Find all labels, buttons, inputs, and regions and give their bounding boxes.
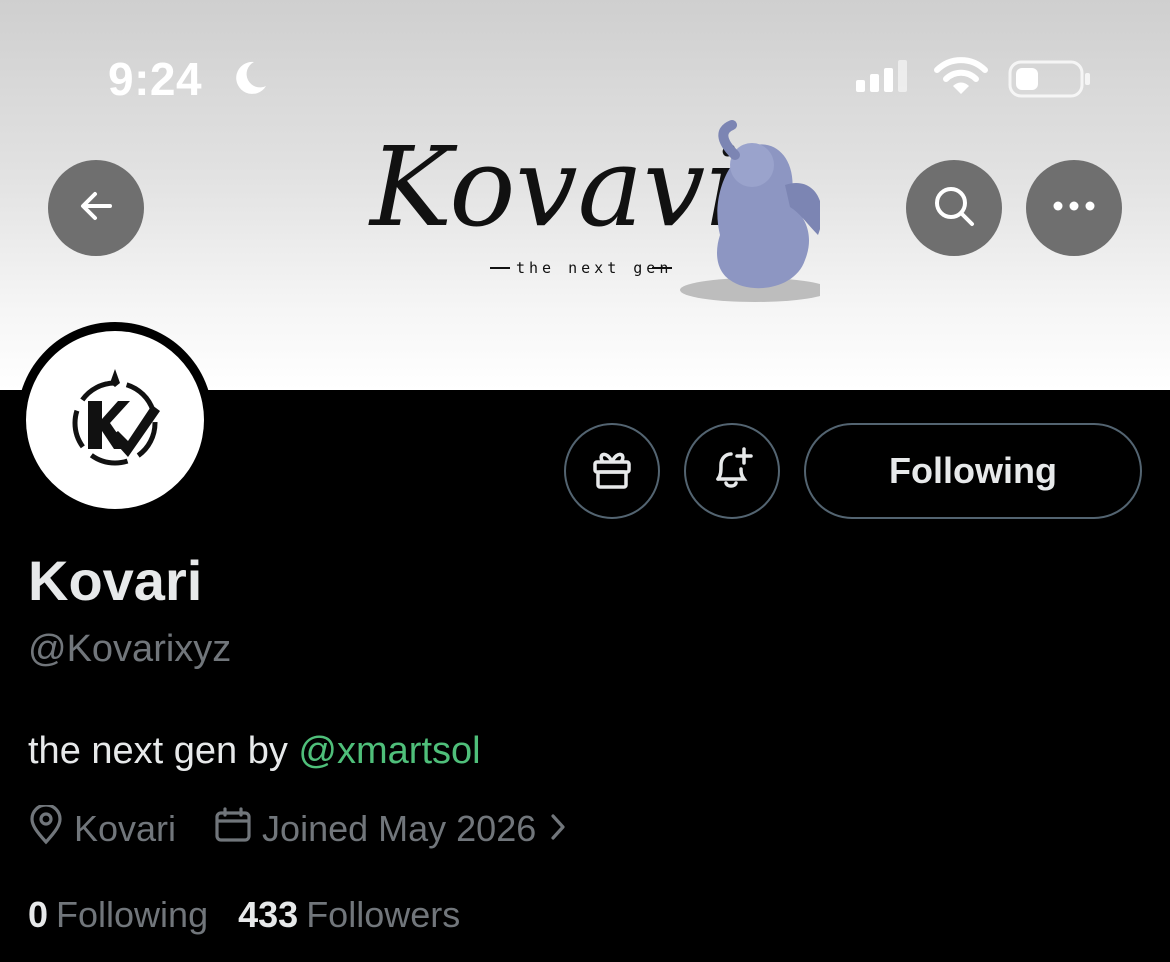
banner-logo-text: Kovavi <box>368 123 741 251</box>
cellular-signal-icon <box>856 58 916 103</box>
battery-icon <box>1008 60 1092 103</box>
kv-logo-icon <box>72 369 160 466</box>
more-horizontal-icon <box>1052 199 1096 217</box>
chevron-right-icon <box>550 808 576 850</box>
search-button[interactable] <box>906 160 1002 256</box>
bio-text: the next gen by <box>28 730 299 772</box>
avatar[interactable] <box>17 322 213 518</box>
calendar-icon <box>214 806 262 853</box>
avatar-image <box>26 331 204 509</box>
back-button[interactable] <box>48 160 144 256</box>
location-text: Kovari <box>74 808 177 849</box>
profile-meta: Kovari Joined May 2026 <box>28 802 576 854</box>
location-pin-icon <box>28 802 74 854</box>
user-handle: @Kovarixyz <box>28 628 232 670</box>
following-button[interactable]: Following <box>804 423 1142 519</box>
banner-logo-tagline: the next gen <box>516 259 672 277</box>
bio: the next gen by @xmartsol <box>28 730 481 773</box>
gift-button[interactable] <box>564 423 660 519</box>
following-label[interactable]: Following <box>56 894 208 936</box>
moon-icon <box>230 58 270 103</box>
arrow-left-icon <box>76 186 116 231</box>
join-date[interactable]: Joined May 2026 <box>214 806 576 853</box>
following-count[interactable]: 0 <box>28 894 48 936</box>
bell-plus-icon <box>708 445 756 498</box>
gift-icon <box>589 446 635 497</box>
join-date-text: Joined May 2026 <box>262 808 537 849</box>
more-options-button[interactable] <box>1026 160 1122 256</box>
status-time: 9:24 <box>108 53 203 105</box>
location: Kovari <box>28 802 177 854</box>
followers-label[interactable]: Followers <box>306 894 460 936</box>
profile-banner[interactable]: 9:24 Kovavi the next gen <box>0 0 1170 390</box>
search-icon <box>931 183 977 234</box>
bio-mention-link[interactable]: @xmartsol <box>298 730 480 772</box>
follow-stats: 0 Following 433 Followers <box>28 894 460 936</box>
display-name: Kovari <box>28 549 203 612</box>
followers-count[interactable]: 433 <box>238 894 298 936</box>
notify-button[interactable] <box>684 423 780 519</box>
banner-logo: Kovavi the next gen <box>360 85 830 310</box>
wifi-icon <box>934 56 988 103</box>
